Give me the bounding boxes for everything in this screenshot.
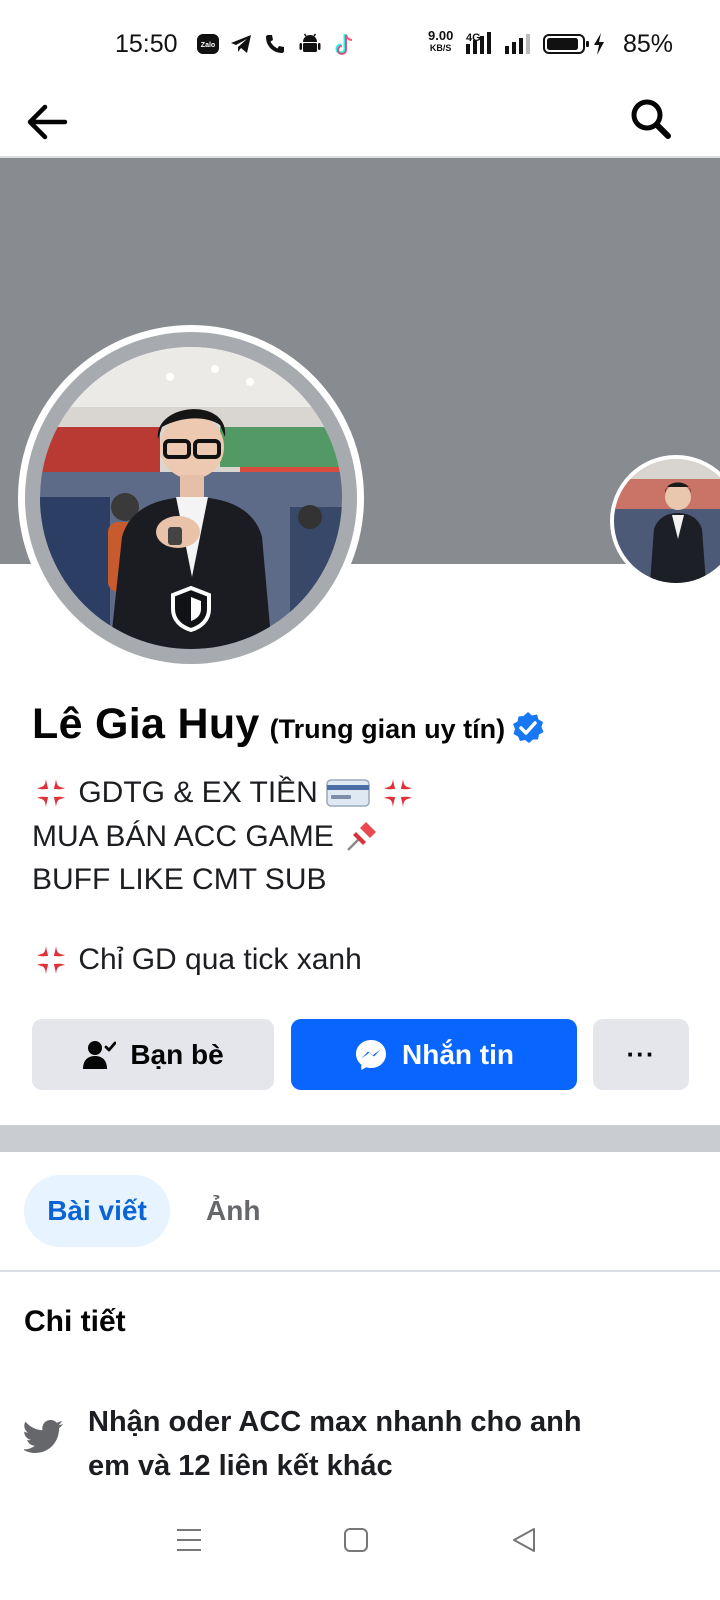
verified-badge-icon[interactable] [511,711,545,745]
profile-name-row: Lê Gia Huy (Trung gian uy tín) [32,700,712,760]
more-options-icon: ··· [626,1039,656,1069]
zalo-icon: Zalo [197,34,219,54]
back-nav-icon[interactable] [510,1526,538,1554]
bio-text-1: GDTG & EX TIỀN [78,776,318,809]
recent-apps-icon[interactable] [175,1527,203,1553]
anger-symbol-icon-3 [37,946,65,974]
profile-name-suffix: (Trung gian uy tín) [269,714,506,744]
signal-icon-2 [505,34,530,54]
clock: 15:50 [115,30,178,58]
profile-avatar[interactable] [18,325,364,671]
android-icon [299,33,321,52]
bio-line-3: BUFF LIKE CMT SUB [32,862,327,897]
messenger-icon [356,1039,386,1070]
friends-person-check-icon [83,1040,117,1069]
system-navigation-bar [0,1510,720,1600]
bio-line-1: GDTG & EX TIỀN [32,774,417,812]
phone-icon [266,35,284,53]
details-link-summary[interactable]: Nhận oder ACC max nhanh cho anh em và 12… [88,1400,688,1488]
svg-text:Zalo: Zalo [201,42,215,49]
charging-icon [594,33,604,55]
bio-text-2: MUA BÁN ACC GAME [32,820,334,853]
section-divider [0,1125,720,1152]
network-speed: 9.00 KB/S [428,28,454,53]
signal-icon [466,32,491,54]
credit-card-icon [326,779,370,807]
profile-name: Lê Gia Huy [32,700,260,748]
back-arrow-icon[interactable] [25,99,71,145]
tabs-divider [0,1270,720,1272]
message-button[interactable]: Nhắn tin [291,1019,577,1090]
more-options-button[interactable]: ··· [593,1019,689,1090]
friends-button[interactable]: Bạn bè [32,1019,274,1090]
bio-line-4: Chỉ GD qua tick xanh [32,941,362,979]
anger-symbol-icon [37,779,65,807]
pushpin-icon [347,822,377,851]
details-heading: Chi tiết [24,1305,126,1338]
telegram-icon [231,35,251,53]
tab-photos[interactable]: Ảnh [206,1175,260,1247]
tab-posts[interactable]: Bài viết [24,1175,170,1247]
details-link-line-1: Nhận oder ACC max nhanh cho anh [88,1406,582,1438]
details-link-line-2: em và 12 liên kết khác [88,1450,393,1482]
home-icon[interactable] [342,1526,370,1554]
avatar-photo [40,347,342,649]
bio-text-3: BUFF LIKE CMT SUB [32,863,327,897]
message-button-label: Nhắn tin [402,1038,514,1070]
tiktok-icon [335,34,353,55]
profile-guard-shield-icon [171,585,211,633]
top-nav [0,90,720,158]
bio-line-2: MUA BÁN ACC GAME [32,818,380,856]
friends-button-label: Bạn bè [130,1038,224,1070]
anger-symbol-icon-2 [383,779,412,807]
battery-percent: 85% [623,30,674,58]
bio-text-4: Chỉ GD qua tick xanh [78,943,362,976]
twitter-icon [24,1420,63,1453]
battery-icon [543,34,589,54]
search-icon[interactable] [629,97,673,141]
status-bar: 15:50 Zalo 9.00 KB/S 4G 85% [0,0,720,90]
